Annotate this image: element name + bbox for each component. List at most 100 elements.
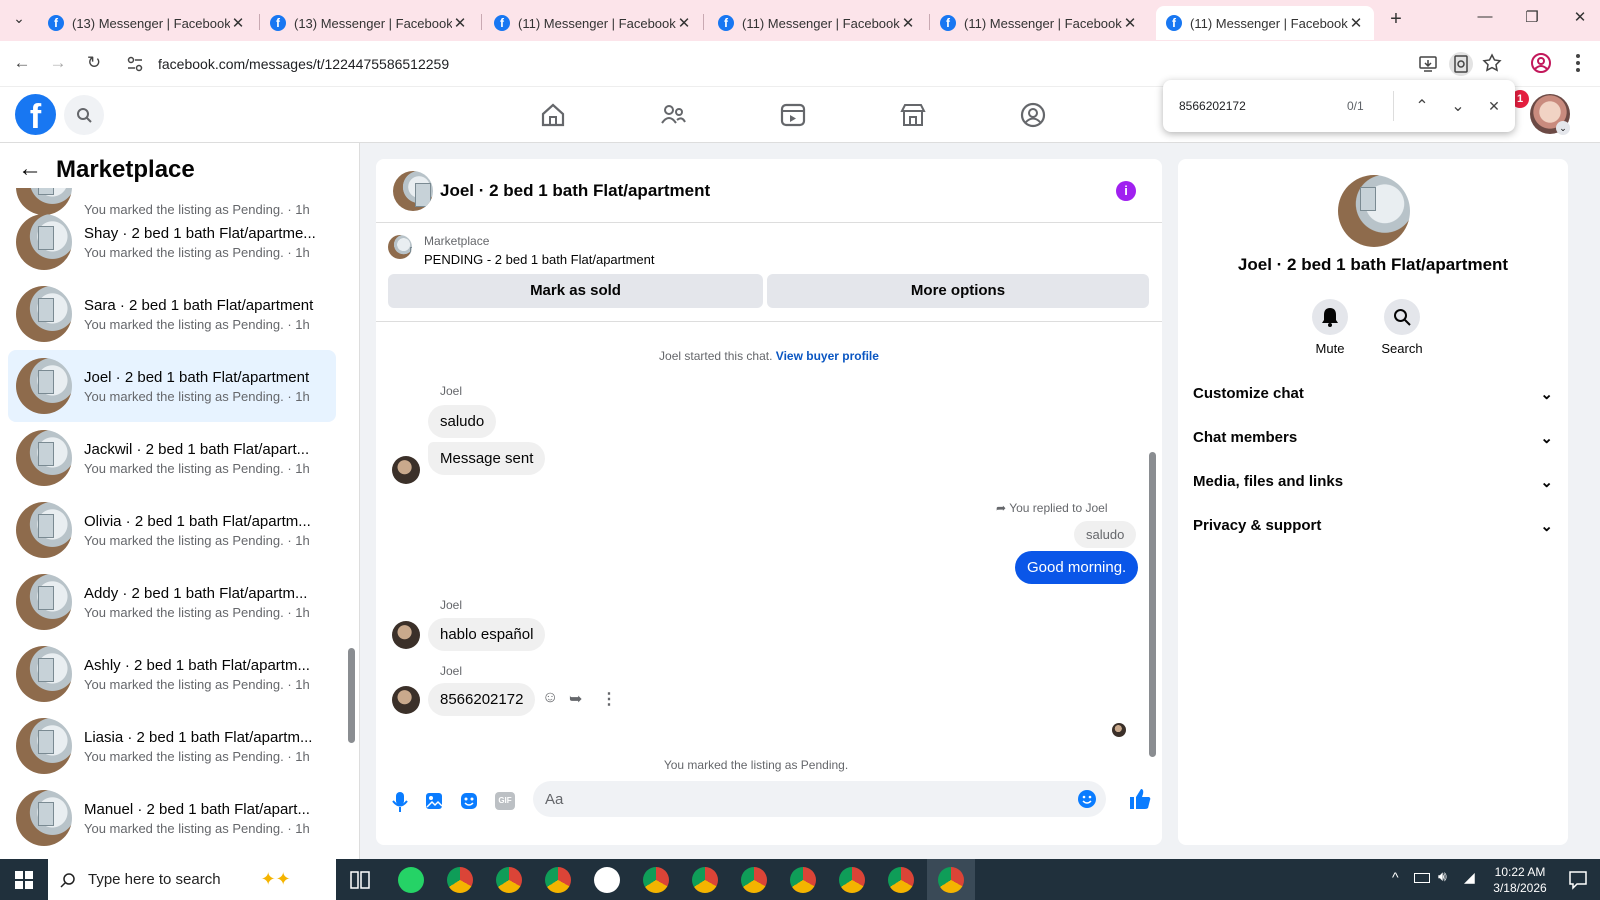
media-files-links-section[interactable]: Media, files and links ⌄ xyxy=(1193,473,1553,491)
bookmark-star-icon[interactable] xyxy=(1482,53,1502,73)
chrome-icon[interactable] xyxy=(447,867,473,893)
conversation-title[interactable]: Joel · 2 bed 1 bath Flat/apartment xyxy=(440,181,710,201)
reply-icon[interactable]: ➥ xyxy=(569,689,582,709)
more-options-button[interactable]: More options xyxy=(767,274,1149,308)
browser-tab[interactable]: f (11) Messenger | Facebook ✕ xyxy=(708,6,926,40)
active-app-highlight[interactable] xyxy=(927,859,975,900)
privacy-support-section[interactable]: Privacy & support ⌄ xyxy=(1193,517,1553,535)
taskbar-search-box[interactable]: Type here to search ✦✦ xyxy=(48,859,336,900)
browser-tab-active[interactable]: f (11) Messenger | Facebook ✕ xyxy=(1156,6,1374,40)
gif-icon[interactable]: GIF xyxy=(495,792,515,810)
list-scrollbar-thumb[interactable] xyxy=(348,648,355,743)
list-item[interactable]: Manuel · 2 bed 1 bath Flat/apart... You m… xyxy=(8,782,336,848)
chrome-icon[interactable] xyxy=(741,867,767,893)
site-info-icon[interactable] xyxy=(126,56,144,72)
marketplace-icon[interactable] xyxy=(899,101,927,129)
windows-start-icon[interactable] xyxy=(15,871,33,889)
sender-avatar[interactable] xyxy=(392,686,420,714)
facebook-logo[interactable]: f xyxy=(15,94,56,136)
browser-tab[interactable]: f (13) Messenger | Facebook ✕ xyxy=(260,6,478,40)
clock[interactable]: 10:22 AM 3/18/2026 xyxy=(1485,864,1555,896)
more-actions-icon[interactable]: ⋮ xyxy=(601,689,617,709)
tray-chevron-icon[interactable]: ^ xyxy=(1392,869,1399,885)
message-bubble[interactable]: 8566202172 xyxy=(428,683,536,716)
browser-tab[interactable]: f (11) Messenger | Facebook ✕ xyxy=(484,6,702,40)
outgoing-message-bubble[interactable]: Good morning. xyxy=(1015,551,1139,584)
restore-button[interactable]: ❐ xyxy=(1512,8,1552,32)
notification-center-icon[interactable] xyxy=(1568,870,1588,890)
chrome-icon[interactable] xyxy=(839,867,865,893)
search-in-chat-button[interactable] xyxy=(1384,299,1420,335)
browser-menu-icon[interactable] xyxy=(1575,53,1581,73)
info-icon[interactable]: i xyxy=(1116,181,1136,201)
find-input[interactable] xyxy=(1179,99,1329,113)
chat-scrollbar-thumb[interactable] xyxy=(1149,452,1156,757)
minimize-button[interactable]: — xyxy=(1465,8,1505,32)
home-icon[interactable] xyxy=(539,101,567,129)
back-arrow-icon[interactable]: ← xyxy=(18,155,42,183)
chrome-icon[interactable] xyxy=(643,867,669,893)
list-item[interactable]: Addy · 2 bed 1 bath Flat/apartm... You ma… xyxy=(8,566,336,638)
list-item[interactable]: Shay · 2 bed 1 bath Flat/apartme... You m… xyxy=(8,206,336,278)
reload-button[interactable]: ↻ xyxy=(83,53,105,75)
forward-button[interactable]: → xyxy=(47,53,69,75)
omnibox[interactable]: facebook.com/messages/t/1224475586512259 xyxy=(118,47,1493,81)
quoted-message[interactable]: saludo xyxy=(1074,521,1137,548)
find-previous-button[interactable]: ⌃ xyxy=(1412,96,1432,116)
chrome-icon[interactable] xyxy=(790,867,816,893)
photo-icon[interactable] xyxy=(424,791,444,811)
back-button[interactable]: ← xyxy=(11,53,33,75)
tab-close-icon[interactable]: ✕ xyxy=(900,14,916,32)
tab-search-button[interactable]: ⌄ xyxy=(8,10,30,32)
message-bubble[interactable]: hablo español xyxy=(428,618,546,651)
mark-as-sold-button[interactable]: Mark as sold xyxy=(388,274,763,308)
tab-close-icon[interactable]: ✕ xyxy=(1348,14,1364,32)
tab-close-icon[interactable]: ✕ xyxy=(230,14,246,32)
wifi-icon[interactable]: ◢ xyxy=(1464,869,1475,886)
tab-close-icon[interactable]: ✕ xyxy=(452,14,468,32)
mute-button[interactable] xyxy=(1312,299,1348,335)
find-close-button[interactable]: ✕ xyxy=(1484,98,1504,115)
list-item[interactable]: Ashly · 2 bed 1 bath Flat/apartm... You m… xyxy=(8,638,336,710)
chrome-icon[interactable] xyxy=(692,867,718,893)
tab-close-icon[interactable]: ✕ xyxy=(676,14,692,32)
find-next-button[interactable]: ⌄ xyxy=(1448,96,1468,116)
video-icon[interactable] xyxy=(779,101,807,129)
message-bubble[interactable]: Message sent xyxy=(428,442,546,475)
whatsapp-icon[interactable] xyxy=(398,867,424,893)
install-app-icon[interactable] xyxy=(1418,54,1438,74)
microphone-icon[interactable] xyxy=(390,791,410,813)
emoji-icon[interactable] xyxy=(1077,789,1097,809)
message-composer[interactable]: Aa xyxy=(533,781,1106,817)
sender-avatar[interactable] xyxy=(392,621,420,649)
list-item[interactable]: Jackwil · 2 bed 1 bath Flat/apart... You … xyxy=(8,422,336,494)
thumbs-up-icon[interactable] xyxy=(1128,787,1152,811)
list-item[interactable]: Liasia · 2 bed 1 bath Flat/apartm... You … xyxy=(8,710,336,782)
list-item-selected[interactable]: Joel · 2 bed 1 bath Flat/apartment You ma… xyxy=(8,350,336,422)
sticker-icon[interactable] xyxy=(459,791,479,811)
customize-chat-section[interactable]: Customize chat ⌄ xyxy=(1193,385,1553,403)
message-bubble[interactable]: saludo xyxy=(428,405,497,438)
chrome-icon[interactable] xyxy=(496,867,522,893)
gaming-icon[interactable] xyxy=(1019,101,1047,129)
browser-tab[interactable]: f (13) Messenger | Facebook ✕ xyxy=(38,6,256,40)
sender-avatar[interactable] xyxy=(392,456,420,484)
task-view-icon[interactable] xyxy=(350,871,370,889)
app-icon[interactable] xyxy=(594,867,620,893)
list-item[interactable]: Sara · 2 bed 1 bath Flat/apartment You ma… xyxy=(8,278,336,350)
volume-icon[interactable]: 🔊︎ xyxy=(1438,868,1447,885)
friends-icon[interactable] xyxy=(659,101,687,129)
fb-search-button[interactable] xyxy=(64,95,104,135)
account-chevron-icon[interactable]: ⌄ xyxy=(1556,121,1570,135)
chrome-icon[interactable] xyxy=(888,867,914,893)
view-buyer-profile-link[interactable]: View buyer profile xyxy=(776,349,879,363)
browser-tab[interactable]: f (11) Messenger | Facebook ✕ xyxy=(930,6,1148,40)
react-icon[interactable]: ☺ xyxy=(542,689,558,707)
list-item[interactable]: Olivia · 2 bed 1 bath Flat/apartm... You … xyxy=(8,494,336,566)
chrome-icon[interactable] xyxy=(545,867,571,893)
profile-icon[interactable] xyxy=(1530,52,1552,74)
battery-icon[interactable] xyxy=(1414,873,1430,883)
window-close-button[interactable]: ✕ xyxy=(1560,8,1600,32)
chat-members-section[interactable]: Chat members ⌄ xyxy=(1193,429,1553,447)
find-in-page-icon[interactable] xyxy=(1449,52,1473,76)
